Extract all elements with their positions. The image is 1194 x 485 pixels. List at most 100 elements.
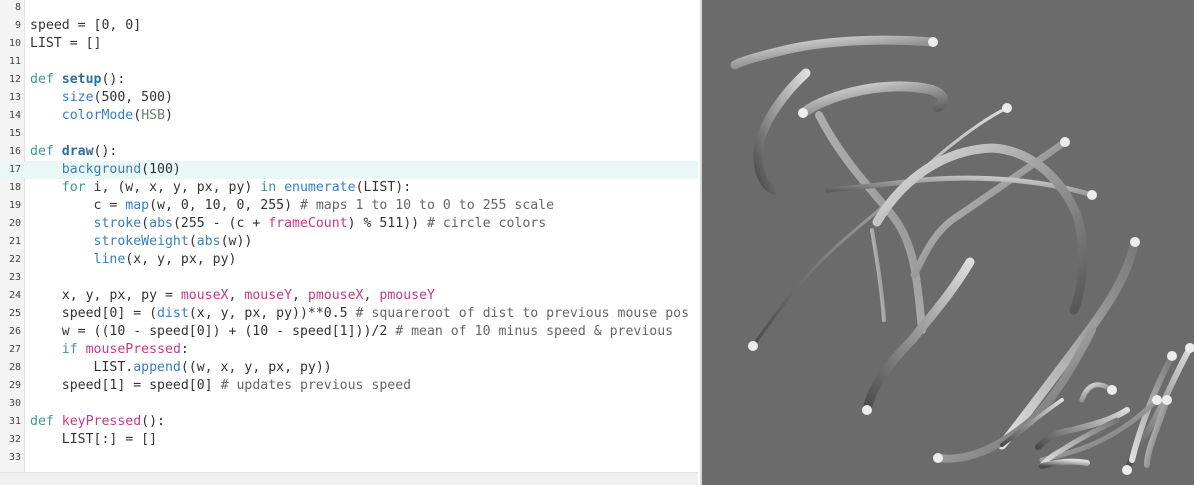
stroke-end-dot: [798, 108, 808, 118]
code-line[interactable]: 31 def keyPressed():: [0, 413, 698, 431]
brush-stroke: [1039, 458, 1090, 469]
code-text: LIST[:] = []: [30, 431, 157, 449]
code-token: i, (w, x, y, px, py): [85, 180, 261, 195]
code-text: speed[0] = (dist(x, y, px, py))**0.5 # s…: [30, 305, 689, 323]
code-token: ():: [101, 72, 126, 87]
code-line[interactable]: 24 x, y, px, py = mouseX, mouseY, pmouse…: [0, 287, 698, 305]
code-token: (w)): [220, 234, 253, 249]
code-token: ,: [228, 288, 245, 303]
code-line[interactable]: 12 def setup():: [0, 71, 698, 89]
stroke-end-dot: [1162, 395, 1172, 405]
code-line[interactable]: 17 background(100): [0, 161, 698, 179]
code-token: (255 - (c +: [172, 216, 269, 231]
code-token: background: [61, 162, 142, 177]
code-text: w = ((10 - speed[0]) + (10 - speed[1]))/…: [30, 323, 673, 341]
stroke-end-dot: [1152, 395, 1162, 405]
code-token: ) % 511)): [347, 216, 428, 231]
stroke-end-dot: [862, 405, 872, 415]
code-line[interactable]: 21 strokeWeight(abs(w)): [0, 233, 698, 251]
stroke-end-dot: [1167, 351, 1177, 361]
code-token: (100): [141, 162, 181, 177]
code-line[interactable]: 27 if mousePressed:: [0, 341, 698, 359]
code-text: colorMode(HSB): [30, 107, 173, 125]
code-token: w = ((10 - speed[0]) + (10 - speed[1]))/…: [30, 324, 396, 339]
line-number: 26: [8, 326, 21, 337]
code-token: (LIST):: [355, 180, 412, 195]
code-line[interactable]: 32 LIST[:] = []: [0, 431, 698, 449]
stroke-end-dot: [748, 341, 758, 351]
code-line[interactable]: 20 stroke(abs(255 - (c + frameCount) % 5…: [0, 215, 698, 233]
code-editor[interactable]: 8 9 speed = [0, 0] 10 LIST = [] 11 12 def setup…: [0, 0, 698, 485]
code-token: (w, 0, 10, 0, 255): [149, 198, 300, 213]
code-token: c =: [30, 198, 126, 213]
code-text: x, y, px, py = mouseX, mouseY, pmouseX, …: [30, 287, 435, 305]
code-line[interactable]: 14 colorMode(HSB): [0, 107, 698, 125]
code-token: LIST.: [30, 360, 134, 375]
code-line[interactable]: 23: [0, 269, 698, 287]
code-token: ): [165, 108, 173, 123]
code-line[interactable]: 18 for i, (w, x, y, px, py) in enumerate…: [0, 179, 698, 197]
code-token: stroke: [93, 216, 142, 231]
code-token: mouseY: [244, 288, 293, 303]
code-text: background(100): [30, 161, 181, 179]
code-line[interactable]: 15: [0, 125, 698, 143]
code-line[interactable]: 28 LIST.append((w, x, y, px, py)): [0, 359, 698, 377]
code-line[interactable]: 11: [0, 53, 698, 71]
code-line[interactable]: 22 line(x, y, px, py): [0, 251, 698, 269]
code-token: def: [30, 144, 62, 159]
brush-stroke: [751, 106, 1009, 348]
line-number: 14: [8, 110, 21, 121]
code-token: pmouseX: [307, 288, 364, 303]
line-number: 30: [8, 398, 21, 409]
code-line[interactable]: 8: [0, 0, 698, 17]
code-line[interactable]: 10 LIST = []: [0, 35, 698, 53]
sketch-canvas[interactable]: [700, 0, 1194, 485]
code-token: mousePressed: [85, 342, 181, 357]
stroke-end-dot: [933, 453, 943, 463]
line-number: 16: [8, 146, 21, 157]
code-line[interactable]: 25 speed[0] = (dist(x, y, px, py))**0.5 …: [0, 305, 698, 323]
stroke-end-dot: [1122, 465, 1132, 475]
stroke-end-dot: [1130, 237, 1140, 247]
brush-stroke: [872, 143, 1088, 315]
code-token: strokeWeight: [93, 234, 189, 249]
code-token: ,: [363, 288, 380, 303]
code-token: ():: [141, 414, 165, 429]
code-line[interactable]: 9 speed = [0, 0]: [0, 17, 698, 35]
code-token: :: [180, 342, 189, 357]
code-token: # maps 1 to 10 to 0 to 255 scale: [299, 198, 555, 213]
code-text: def keyPressed():: [30, 413, 165, 431]
line-number: 8: [14, 2, 21, 13]
brush-stroke: [798, 81, 948, 118]
brush-stroke: [1035, 407, 1130, 450]
stroke-end-dot: [1107, 385, 1117, 395]
code-token: frameCount: [268, 216, 348, 231]
line-number: 22: [8, 254, 21, 265]
code-line[interactable]: 16 def draw():: [0, 143, 698, 161]
code-token: # squareroot of dist to previous mouse p…: [355, 306, 690, 321]
code-line[interactable]: 26 w = ((10 - speed[0]) + (10 - speed[1]…: [0, 323, 698, 341]
code-line[interactable]: 30: [0, 395, 698, 413]
line-number: 28: [8, 362, 21, 373]
code-token: pmouseY: [379, 288, 435, 303]
code-token: (: [133, 108, 142, 123]
code-text: if mousePressed:: [30, 341, 189, 359]
code-line[interactable]: 13 size(500, 500): [0, 89, 698, 107]
code-token: size: [61, 90, 94, 105]
code-token: (: [141, 216, 150, 231]
code-line[interactable]: 33: [0, 449, 698, 467]
code-token: if: [61, 342, 78, 357]
line-number: 17: [8, 164, 21, 175]
code-text: stroke(abs(255 - (c + frameCount) % 511)…: [30, 215, 547, 233]
line-number: 13: [8, 92, 21, 103]
code-token: append: [133, 360, 181, 375]
code-line[interactable]: 29 speed[1] = speed[0] # updates previou…: [0, 377, 698, 395]
code-line[interactable]: 19 c = map(w, 0, 10, 0, 255) # maps 1 to…: [0, 197, 698, 215]
line-number: 20: [8, 218, 21, 229]
code-text: speed[1] = speed[0] # updates previous s…: [30, 377, 411, 395]
code-token: keyPressed: [61, 414, 142, 429]
horizontal-scrollbar[interactable]: [0, 472, 698, 485]
